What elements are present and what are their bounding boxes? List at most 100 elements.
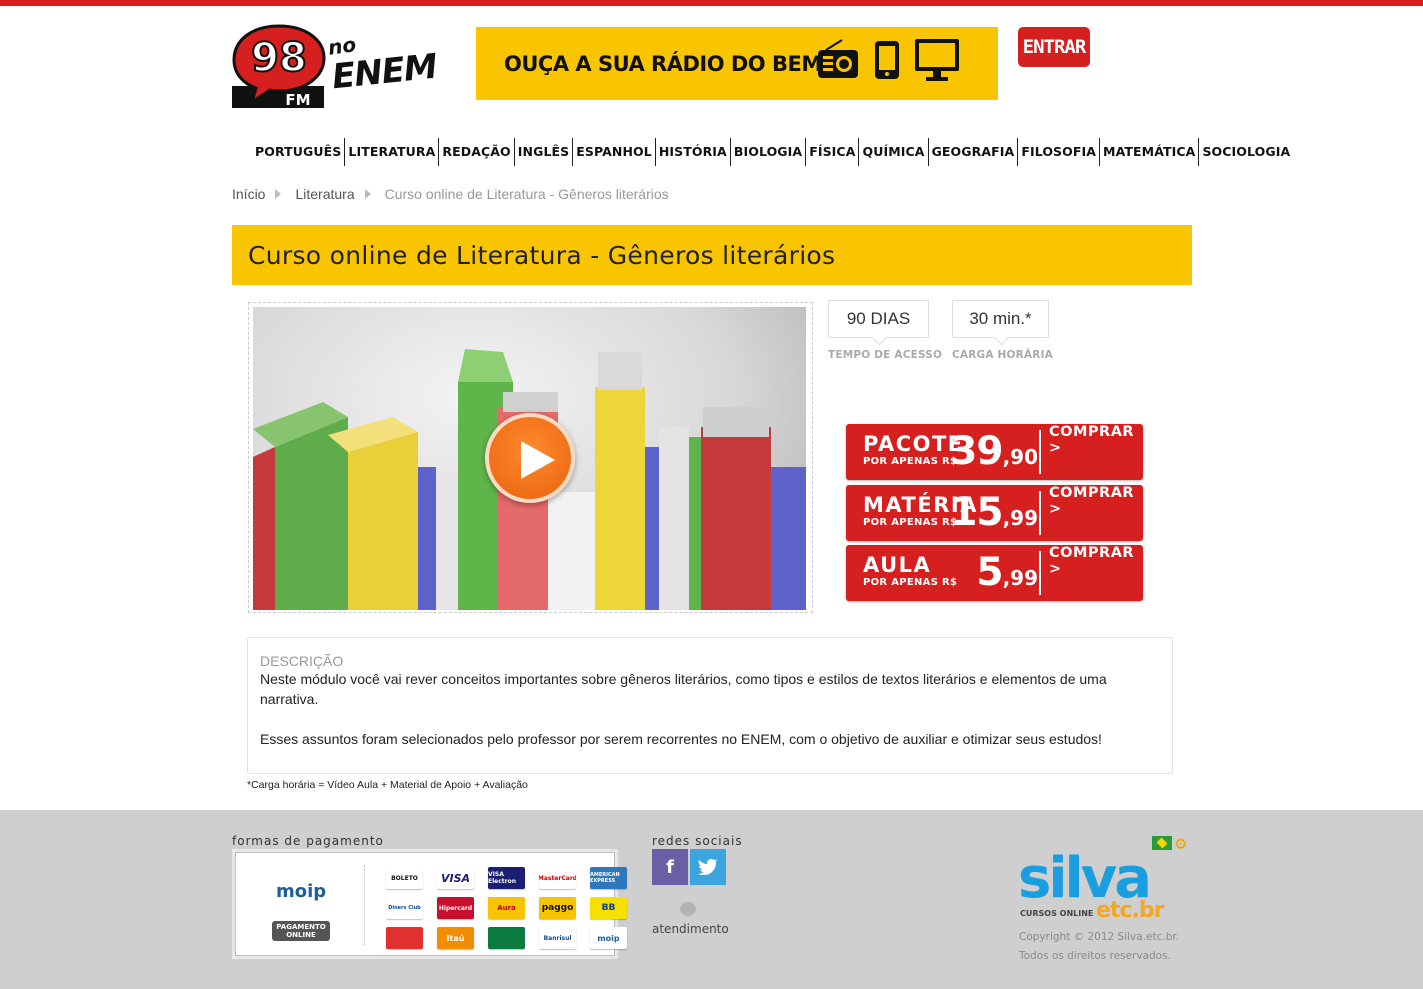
chevron-right-icon (275, 189, 282, 199)
offer-subtitle: POR APENAS R$ (863, 577, 958, 588)
subject-nav: PORTUGUÊS LITERATURA REDAÇÃO INGLÊS ESPA… (252, 138, 1293, 166)
pagamento-online-badge: PAGAMENTO ONLINE (272, 921, 330, 941)
amex-icon: AMERICAN EXPRESS (590, 867, 627, 889)
banrisul-icon: Banrisul (539, 927, 576, 949)
nav-item-fisica[interactable]: FÍSICA (805, 138, 858, 166)
silva-logo-subtitle: CURSOS ONLINE (1020, 909, 1094, 918)
payment-divider (364, 865, 365, 945)
radio-icon (818, 39, 858, 78)
chat-icon[interactable] (680, 902, 696, 916)
nav-item-filosofia[interactable]: FILOSOFIA (1017, 138, 1099, 166)
access-time-info: 90 DIAS TEMPO DE ACESSO (828, 300, 942, 361)
offer-price: 15,99 (950, 489, 1038, 542)
offer-cta: COMPRAR > (1049, 424, 1135, 456)
gear-icon[interactable]: ⚙ (1174, 835, 1187, 853)
support-link[interactable]: atendimento (652, 922, 729, 936)
nav-item-literatura[interactable]: LITERATURA (344, 138, 438, 166)
description-panel: DESCRIÇÃO Neste módulo você vai rever co… (247, 637, 1173, 774)
copyright: Copyright © 2012 Silva.etc.br. Todos os … (1019, 928, 1179, 966)
logo-98fm-graphic: 98 FM (232, 24, 326, 109)
nav-item-matematica[interactable]: MATEMÁTICA (1099, 138, 1198, 166)
visa-icon: VISA (437, 867, 474, 889)
nav-item-portugues[interactable]: PORTUGUÊS (252, 138, 344, 166)
offer-price-cents: ,90 (1002, 445, 1038, 469)
payment-methods-inner: moip PAGAMENTO ONLINE BOLETO VISA VISA E… (235, 852, 627, 956)
nav-item-redacao[interactable]: REDAÇÃO (438, 138, 513, 166)
breadcrumb-home[interactable]: Início (232, 186, 265, 202)
social-networks-label: redes sociais (652, 834, 743, 848)
workload-info: 30 min.* CARGA HORÁRIA (952, 300, 1053, 361)
description-paragraph: Neste módulo você vai rever conceitos im… (260, 671, 1107, 707)
banco-do-brasil-icon: BB (590, 897, 627, 919)
buy-lesson-button[interactable]: AULA POR APENAS R$ 5,99 COMPRAR > (846, 545, 1143, 601)
nav-item-historia[interactable]: HISTÓRIA (654, 138, 730, 166)
payment-methods-label: formas de pagamento (232, 834, 384, 848)
bradesco-icon (386, 927, 423, 949)
offer-divider (1039, 551, 1041, 595)
offer-price-cents: ,99 (1002, 566, 1038, 590)
offer-price-integer: 5 (976, 550, 1003, 595)
nav-item-geografia[interactable]: GEOGRAFIA (927, 138, 1018, 166)
offer-name: PACOTE (863, 432, 964, 456)
description-paragraph: Esses assuntos foram selecionados pelo p… (260, 731, 1102, 747)
page-title: Curso online de Literatura - Gêneros lit… (248, 240, 836, 270)
aura-icon: Aura (488, 897, 525, 919)
silva-logo-domain: etc.br (1096, 898, 1164, 923)
offer-divider (1039, 430, 1041, 474)
radio-banner[interactable]: OUÇA A SUA RÁDIO DO BEM! (476, 27, 998, 100)
video-player[interactable] (253, 307, 806, 610)
video-player-frame (248, 302, 813, 613)
paggo-icon: paggo (539, 897, 576, 919)
device-icons (816, 37, 960, 83)
diners-icon: Diners Club (386, 897, 423, 919)
nav-item-sociologia[interactable]: SOCIOLOGIA (1198, 138, 1293, 166)
hipercard-icon: Hipercard (437, 897, 474, 919)
brazil-flag-icon[interactable] (1152, 836, 1172, 850)
hsbc-icon (488, 927, 525, 949)
nav-item-espanhol[interactable]: ESPANHOL (572, 138, 655, 166)
nav-item-ingles[interactable]: INGLÊS (513, 138, 572, 166)
offer-subtitle: POR APENAS R$ (863, 517, 958, 528)
buy-package-button[interactable]: PACOTE POR APENAS R$ 39,90 COMPRAR > (846, 424, 1143, 480)
twitter-icon (698, 859, 718, 875)
payment-methods-box: moip PAGAMENTO ONLINE BOLETO VISA VISA E… (232, 849, 627, 959)
facebook-button[interactable]: f (652, 849, 688, 885)
twitter-button[interactable] (690, 849, 726, 885)
itau-icon: Itaú (437, 927, 474, 949)
nav-item-quimica[interactable]: QUÍMICA (858, 138, 927, 166)
copyright-line: Todos os direitos reservados. (1019, 950, 1171, 962)
login-button[interactable]: ENTRAR (1018, 27, 1090, 67)
page-title-bar: Curso online de Literatura - Gêneros lit… (232, 225, 1192, 285)
breadcrumb-category[interactable]: Literatura (295, 186, 354, 202)
logo-98fm[interactable]: 98 FM (232, 24, 327, 110)
offer-price: 39,90 (950, 428, 1038, 481)
logo-number: 98 (251, 35, 307, 81)
offer-price-integer: 15 (950, 490, 1003, 535)
radio-banner-text: OUÇA A SUA RÁDIO DO BEM! (504, 51, 831, 76)
mastercard-icon: MasterCard (539, 867, 576, 889)
logo-no-enem: no ENEM (326, 32, 446, 97)
top-accent-bar (0, 0, 1423, 6)
description-title: DESCRIÇÃO (260, 653, 344, 669)
breadcrumb-current: Curso online de Literatura - Gêneros lit… (384, 186, 669, 202)
buy-subject-button[interactable]: MATÉRIA POR APENAS R$ 15,99 COMPRAR > (846, 485, 1143, 541)
monitor-icon (915, 39, 959, 81)
workload-value: 30 min.* (952, 300, 1049, 338)
offer-subtitle: POR APENAS R$ (863, 456, 958, 467)
offer-price: 5,99 (976, 549, 1038, 602)
offer-price-cents: ,99 (1002, 506, 1038, 530)
play-button[interactable] (485, 413, 575, 503)
offer-name: AULA (863, 553, 932, 577)
offer-cta: COMPRAR > (1049, 545, 1135, 577)
mobile-icon (875, 41, 899, 79)
nav-item-biologia[interactable]: BIOLOGIA (729, 138, 805, 166)
access-time-value: 90 DIAS (828, 300, 929, 338)
offer-divider (1039, 491, 1041, 535)
boleto-icon: BOLETO (386, 867, 423, 889)
access-time-label: TEMPO DE ACESSO (828, 349, 943, 361)
moip-card-icon: moip (590, 927, 627, 949)
copyright-line: Copyright © 2012 Silva.etc.br. (1019, 931, 1180, 943)
logo-fm: FM (285, 91, 310, 109)
moip-logo: moip (276, 881, 327, 902)
workload-label: CARGA HORÁRIA (952, 349, 1053, 361)
